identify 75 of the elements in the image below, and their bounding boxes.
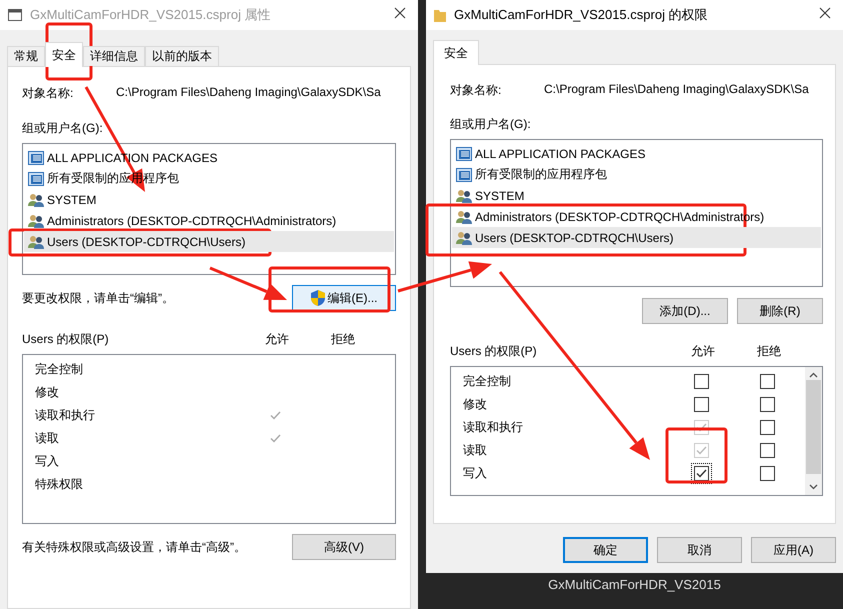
permissions-label: Users 的权限(P) (450, 343, 538, 360)
group-item[interactable]: 所有受限制的应用程序包 (452, 164, 821, 185)
users-icon (456, 230, 472, 244)
deny-checkbox[interactable] (760, 443, 774, 458)
permission-name: 读取和执行 (35, 407, 96, 424)
scroll-up-icon (809, 372, 818, 378)
package-icon (28, 150, 44, 164)
users-icon (28, 192, 44, 206)
package-icon (28, 172, 44, 186)
group-item[interactable]: Administrators (DESKTOP-CDTRQCH\Administrators) (24, 210, 394, 231)
allow-header: 允许 (691, 343, 715, 360)
window-title: GxMultiCamForHDR_VS2015.csproj 属性 (30, 6, 272, 24)
object-name-label: 对象名称: (450, 82, 502, 99)
window-title: GxMultiCamForHDR_VS2015.csproj 的权限 (454, 6, 709, 24)
edit-hint: 要更改权限，请单击“编辑”。 (22, 290, 174, 306)
tab[interactable]: 常规 (7, 46, 45, 66)
permission-name: 特殊权限 (35, 476, 84, 493)
permissions-label: Users 的权限(P) (22, 331, 110, 348)
dialog-button[interactable]: 取消 (657, 537, 742, 563)
tab[interactable]: 详细信息 (83, 46, 145, 66)
tab[interactable]: 以前的版本 (145, 46, 219, 66)
groups-label: 组或用户名(G): (22, 120, 104, 137)
dialog-button[interactable]: 确定 (563, 537, 648, 563)
annotation-frame (666, 428, 728, 484)
allow-checkbox[interactable] (694, 397, 708, 412)
permission-name: 修改 (463, 396, 488, 413)
remove-button[interactable]: 删除(R) (737, 298, 823, 324)
deny-checkbox[interactable] (760, 397, 774, 412)
object-name-value: C:\Program Files\Daheng Imaging\GalaxySDK\Sa (116, 85, 381, 101)
folder-icon (434, 8, 446, 22)
tab[interactable]: 安全 (433, 40, 479, 65)
deny-checkbox[interactable] (760, 374, 774, 389)
permission-name: 写入 (463, 465, 488, 482)
scrollbar[interactable] (805, 367, 822, 495)
package-icon (456, 168, 472, 182)
deny-header: 拒绝 (757, 343, 781, 360)
permission-name: 读取和执行 (463, 419, 524, 436)
deny-checkbox[interactable] (760, 466, 774, 481)
permission-name: 完全控制 (463, 373, 512, 390)
close-icon (394, 7, 406, 19)
users-icon (28, 234, 44, 248)
permission-name: 读取 (463, 442, 488, 459)
group-item[interactable]: Users (DESKTOP-CDTRQCH\Users) (452, 227, 821, 248)
groups-label: 组或用户名(G): (450, 116, 532, 133)
object-name-value: C:\Program Files\Daheng Imaging\GalaxySDK\Sa (544, 82, 809, 98)
advanced-hint: 有关特殊权限或高级设置，请单击“高级”。 (22, 538, 246, 556)
object-name-label: 对象名称: (22, 85, 74, 102)
shield-icon (310, 290, 324, 306)
group-item[interactable]: 所有受限制的应用程序包 (24, 168, 394, 189)
permission-name: 完全控制 (35, 361, 84, 378)
deny-header: 拒绝 (331, 331, 355, 348)
edit-button[interactable]: 编辑(E)... (292, 285, 396, 311)
permission-name: 读取 (35, 430, 60, 447)
users-icon (456, 188, 472, 202)
group-item[interactable]: SYSTEM (452, 185, 821, 206)
package-icon (456, 146, 472, 160)
group-item[interactable]: SYSTEM (24, 189, 394, 210)
permission-name: 写入 (35, 453, 60, 470)
tab[interactable]: 安全 (45, 42, 83, 67)
group-item[interactable]: Users (DESKTOP-CDTRQCH\Users) (24, 231, 394, 252)
close-icon (819, 7, 831, 19)
deny-checkbox[interactable] (760, 420, 774, 435)
window-icon (8, 9, 22, 21)
desktop-label: GxMultiCamForHDR_VS2015 (547, 576, 722, 592)
add-button[interactable]: 添加(D)... (642, 298, 728, 324)
scrollbar-thumb[interactable] (806, 380, 821, 474)
allow-header: 允许 (265, 331, 289, 348)
users-icon (28, 214, 44, 228)
group-item[interactable]: ALL APPLICATION PACKAGES (452, 143, 821, 164)
users-icon (456, 210, 472, 224)
dialog-button[interactable]: 应用(A) (751, 537, 836, 563)
allow-checkbox[interactable] (694, 374, 708, 389)
permission-name: 修改 (35, 384, 60, 401)
advanced-button[interactable]: 高级(V) (292, 534, 396, 560)
scroll-down-icon (809, 484, 818, 490)
